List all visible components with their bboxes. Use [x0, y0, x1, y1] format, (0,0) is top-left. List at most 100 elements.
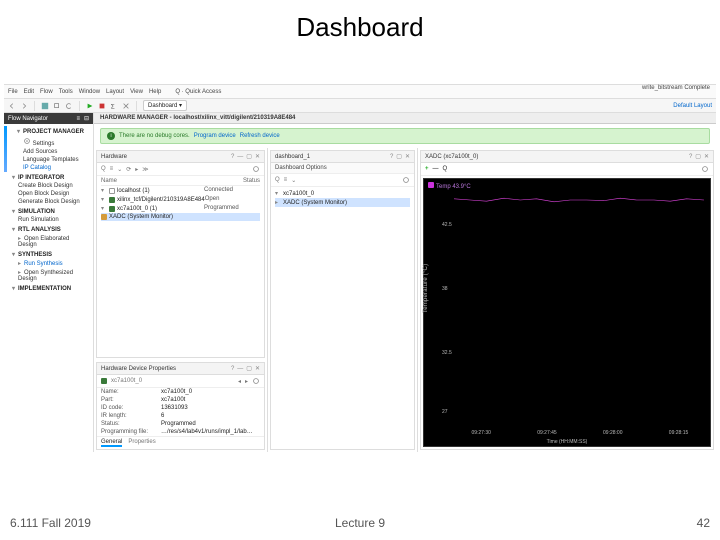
nav-run-synthesis[interactable]: ▸Run Synthesis	[4, 259, 93, 268]
column-status: Status	[243, 178, 260, 184]
footer-right: 42	[697, 516, 710, 530]
expand-icon[interactable]: ≡	[110, 166, 114, 172]
help-icon[interactable]: ?	[390, 154, 393, 160]
nav-section-rtl-analysis[interactable]: ▾RTL ANALYSIS	[4, 224, 93, 234]
quick-access[interactable]: Q · Quick Access	[175, 89, 221, 95]
search-icon[interactable]: Q	[101, 166, 106, 172]
tab-general[interactable]: General	[101, 439, 122, 447]
nav-open-elaborated-design[interactable]: ▸Open Elaborated Design	[4, 234, 93, 249]
minimize-icon[interactable]: —	[237, 154, 243, 160]
nav-run-simulation[interactable]: Run Simulation	[4, 216, 93, 224]
remove-icon[interactable]: —	[433, 166, 439, 172]
stop-icon[interactable]	[98, 102, 106, 110]
nav-section-synthesis[interactable]: ▾SYNTHESIS	[4, 249, 93, 259]
close-icon[interactable]: ✕	[255, 365, 260, 372]
maximize-icon[interactable]: ▢	[246, 365, 252, 372]
nav-section-project-manager[interactable]: ▾PROJECT MANAGER	[9, 126, 93, 136]
help-icon[interactable]: ?	[231, 154, 234, 160]
gear-icon[interactable]	[701, 165, 709, 173]
device-properties-panel: Hardware Device Properties ? — ▢ ✕ xc7a1…	[96, 362, 265, 450]
tree-item[interactable]: ▾xc7a100t_0	[275, 189, 410, 198]
dashboard-button[interactable]: Dashboard ▾	[143, 100, 187, 111]
undo-icon[interactable]	[65, 102, 73, 110]
menu-tools[interactable]: Tools	[59, 89, 73, 95]
temperature-chart[interactable]: Temp 43.9°C Temperature (°C) 42.5 38 32.…	[423, 178, 711, 447]
dashboard-panel-title: dashboard_1	[275, 154, 310, 160]
refresh-icon[interactable]: ⟳	[126, 166, 131, 173]
menu-edit[interactable]: Edit	[24, 89, 34, 95]
column-name: Name	[101, 178, 243, 184]
nav-section-simulation[interactable]: ▾SIMULATION	[4, 206, 93, 216]
cancel-icon[interactable]	[122, 102, 130, 110]
nav-language-templates[interactable]: Language Templates	[9, 156, 93, 164]
add-icon[interactable]: +	[425, 166, 429, 172]
minimize-icon[interactable]: —	[237, 366, 243, 372]
maximize-icon[interactable]: ▢	[695, 153, 701, 160]
nav-create-block-design[interactable]: Create Block Design	[4, 182, 93, 190]
copy-icon[interactable]	[53, 102, 61, 110]
save-icon[interactable]	[41, 102, 49, 110]
x-tick: 09:28:15	[669, 430, 688, 436]
prev-icon[interactable]: ◂	[238, 378, 241, 385]
menu-file[interactable]: File	[8, 89, 18, 95]
nav-generate-block-design[interactable]: Generate Block Design	[4, 198, 93, 206]
flow-navigator: Flow Navigator ≡ ⊟ ▾PROJECT MANAGER Sett…	[4, 113, 94, 452]
layout-selector[interactable]: Default Layout	[673, 103, 712, 109]
pin-icon[interactable]: ⊟	[84, 115, 89, 122]
menu-window[interactable]: Window	[79, 89, 100, 95]
help-icon[interactable]: ?	[231, 366, 234, 372]
step-icon[interactable]: ≫	[142, 166, 148, 173]
info-message: There are no debug cores.	[119, 133, 190, 139]
table-row[interactable]: ▾localhost (1)Connected	[101, 186, 260, 195]
maximize-icon[interactable]: ▢	[246, 153, 252, 160]
expand-icon[interactable]: ≡	[284, 177, 288, 183]
program-device-link[interactable]: Program device	[194, 133, 236, 139]
search-icon[interactable]: Q	[275, 177, 280, 183]
gear-icon[interactable]	[252, 165, 260, 173]
forward-icon[interactable]	[20, 102, 28, 110]
play-icon[interactable]: ▸	[135, 166, 138, 173]
filter-icon[interactable]: ⌄	[117, 166, 122, 173]
collapse-icon[interactable]: ⌄	[291, 177, 296, 184]
menu-view[interactable]: View	[130, 89, 143, 95]
refresh-device-link[interactable]: Refresh device	[240, 133, 280, 139]
hardware-manager-title: HARDWARE MANAGER - localhost/xilinx_vitt…	[94, 113, 716, 124]
prop-row: IR length:6	[97, 412, 264, 420]
collapse-icon[interactable]: ≡	[76, 116, 80, 122]
tab-properties[interactable]: Properties	[128, 439, 155, 447]
next-icon[interactable]: ▸	[245, 378, 248, 385]
y-tick: 32.5	[442, 350, 452, 356]
hardware-toolbar: Q ≡ ⌄ ⟳ ▸ ≫	[97, 163, 264, 176]
menu-layout[interactable]: Layout	[106, 89, 124, 95]
nav-section-implementation[interactable]: ▾IMPLEMENTATION	[4, 283, 93, 293]
table-row[interactable]: XADC (System Monitor)	[101, 213, 260, 221]
menu-help[interactable]: Help	[149, 89, 161, 95]
gear-icon[interactable]	[402, 176, 410, 184]
search-icon[interactable]: Q	[443, 166, 448, 172]
xadc-icon	[101, 214, 107, 220]
footer-left: 6.111 Fall 2019	[10, 516, 91, 530]
sigma-icon[interactable]: Σ	[110, 102, 118, 110]
nav-open-synthesized-design[interactable]: ▸Open Synthesized Design	[4, 268, 93, 283]
info-banner: i There are no debug cores. Program devi…	[100, 128, 710, 144]
help-icon[interactable]: ?	[689, 154, 692, 160]
menu-flow[interactable]: Flow	[40, 89, 53, 95]
back-icon[interactable]	[8, 102, 16, 110]
maximize-icon[interactable]: ▢	[396, 153, 402, 160]
table-row[interactable]: ▾xilinx_tcf/Digilent/210319A8E484Open	[101, 195, 260, 204]
toolbar: Σ Dashboard ▾ Default Layout	[4, 99, 716, 113]
nav-settings[interactable]: Settings	[9, 136, 93, 148]
close-icon[interactable]: ✕	[255, 153, 260, 160]
table-row[interactable]: ▾xc7a100t_0 (1)Programmed	[101, 204, 260, 213]
chart-series	[454, 197, 704, 203]
tree-item[interactable]: ▸XADC (System Monitor)	[275, 198, 410, 207]
nav-section-ip-integrator[interactable]: ▾IP INTEGRATOR	[4, 172, 93, 182]
close-icon[interactable]: ✕	[405, 153, 410, 160]
run-icon[interactable]	[86, 102, 94, 110]
nav-open-block-design[interactable]: Open Block Design	[4, 190, 93, 198]
close-icon[interactable]: ✕	[704, 153, 709, 160]
main-area: HARDWARE MANAGER - localhost/xilinx_vitt…	[94, 113, 716, 452]
nav-add-sources[interactable]: Add Sources	[9, 148, 93, 156]
gear-icon[interactable]	[252, 377, 260, 385]
nav-ip-catalog[interactable]: IP Catalog	[9, 164, 93, 172]
